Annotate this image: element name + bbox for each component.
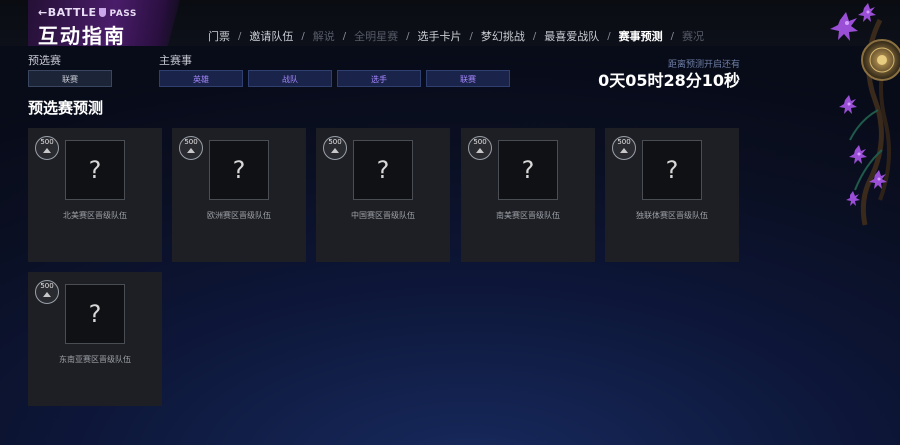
- tab-all-star[interactable]: 全明星赛: [354, 28, 398, 44]
- aegis-small-icon: [43, 148, 51, 153]
- tab-favorite-team[interactable]: 最喜爱战队: [544, 28, 599, 44]
- coin-icon: 500: [35, 136, 59, 160]
- tab-predictions[interactable]: 赛事预测: [619, 28, 663, 44]
- nav-separator: /: [469, 30, 473, 42]
- tab-match-status[interactable]: 赛况: [682, 28, 704, 44]
- nav-separator: /: [670, 30, 674, 42]
- nav-separator: /: [342, 30, 347, 42]
- nav-separator: /: [607, 30, 611, 42]
- main-teams-button[interactable]: 战队: [248, 70, 332, 87]
- main-league-button[interactable]: 联赛: [426, 70, 510, 87]
- aegis-small-icon: [476, 148, 484, 153]
- main-players-button[interactable]: 选手: [337, 70, 421, 87]
- tab-tickets[interactable]: 门票: [208, 28, 230, 44]
- aegis-small-icon: [331, 148, 339, 153]
- main-heroes-button[interactable]: 英雄: [159, 70, 243, 87]
- team-placeholder[interactable]: ?: [353, 140, 413, 200]
- main-event-label: 主赛事: [159, 54, 192, 67]
- nav-tabs: 门票 / 邀请队伍 / 解说 / 全明星赛 / 选手卡片 / 梦幻挑战 / 最喜…: [208, 28, 704, 44]
- tab-fantasy-challenge[interactable]: 梦幻挑战: [481, 28, 525, 44]
- team-region-label: 中国赛区晋级队伍: [351, 211, 415, 220]
- countdown-timer: 0天05时28分10秒: [598, 71, 740, 90]
- aegis-flower-icon: [830, 3, 900, 226]
- page-title: 互动指南: [38, 24, 126, 48]
- cost-value: 500: [473, 138, 487, 146]
- battle-pass-back-link[interactable]: ←BATTLE PASS: [38, 6, 137, 19]
- team-placeholder[interactable]: ?: [498, 140, 558, 200]
- coin-icon: 500: [179, 136, 203, 160]
- coin-icon: 500: [612, 136, 636, 160]
- cost-value: 500: [40, 282, 54, 290]
- prediction-card[interactable]: 500 ? 南美赛区晋级队伍: [461, 128, 595, 262]
- tab-player-cards[interactable]: 选手卡片: [418, 28, 462, 44]
- battle-label: ←BATTLE: [38, 6, 97, 19]
- team-placeholder[interactable]: ?: [209, 140, 269, 200]
- team-region-label: 南美赛区晋级队伍: [496, 211, 560, 220]
- section-title: 预选赛预测: [28, 99, 104, 117]
- nav-separator: /: [238, 30, 242, 42]
- shield-icon: [98, 8, 106, 17]
- nav-separator: /: [406, 30, 410, 42]
- cost-value: 500: [617, 138, 631, 146]
- coin-icon: 500: [468, 136, 492, 160]
- coin-icon: 500: [35, 280, 59, 304]
- prediction-card[interactable]: 500 ? 东南亚赛区晋级队伍: [28, 272, 162, 406]
- cost-value: 500: [40, 138, 54, 146]
- team-region-label: 独联体赛区晋级队伍: [636, 211, 708, 220]
- team-region-label: 东南亚赛区晋级队伍: [59, 355, 131, 364]
- qualifier-league-button[interactable]: 联赛: [28, 70, 112, 87]
- coin-icon: 500: [323, 136, 347, 160]
- team-region-label: 欧洲赛区晋级队伍: [207, 211, 271, 220]
- nav-separator: /: [532, 30, 537, 42]
- qualifier-label: 预选赛: [28, 54, 61, 67]
- nav-separator: /: [301, 30, 305, 42]
- team-placeholder[interactable]: ?: [65, 284, 125, 344]
- team-region-label: 北美赛区晋级队伍: [63, 211, 127, 220]
- cost-value: 500: [328, 138, 342, 146]
- team-placeholder[interactable]: ?: [65, 140, 125, 200]
- prediction-card[interactable]: 500 ? 独联体赛区晋级队伍: [605, 128, 739, 262]
- aegis-small-icon: [43, 292, 51, 297]
- pass-label: PASS: [109, 9, 137, 19]
- prediction-card[interactable]: 500 ? 北美赛区晋级队伍: [28, 128, 162, 262]
- tab-casters[interactable]: 解说: [313, 28, 335, 44]
- team-placeholder[interactable]: ?: [642, 140, 702, 200]
- aegis-small-icon: [620, 148, 628, 153]
- tab-invited-teams[interactable]: 邀请队伍: [249, 28, 293, 44]
- prediction-card[interactable]: 500 ? 欧洲赛区晋级队伍: [172, 128, 306, 262]
- prediction-card[interactable]: 500 ? 中国赛区晋级队伍: [316, 128, 450, 262]
- cost-value: 500: [184, 138, 198, 146]
- aegis-small-icon: [187, 148, 195, 153]
